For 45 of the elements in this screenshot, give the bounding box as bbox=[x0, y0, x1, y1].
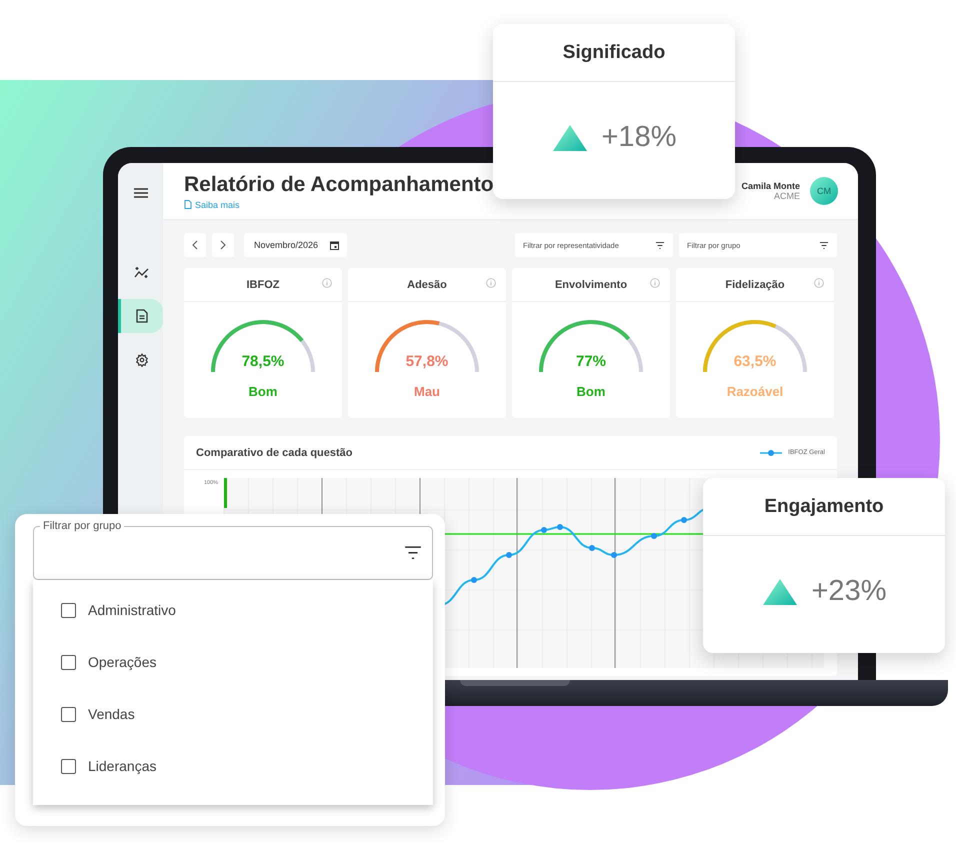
checkbox[interactable] bbox=[61, 706, 76, 722]
chart-title: Comparativo de cada questão bbox=[196, 446, 352, 458]
filter-icon bbox=[819, 242, 829, 248]
sidebar-item[interactable] bbox=[118, 299, 163, 333]
month-picker[interactable]: Novembro/2026 bbox=[244, 233, 348, 257]
previous-button[interactable] bbox=[184, 233, 206, 257]
stat-change: +18% bbox=[602, 121, 676, 154]
user-name: Camila Monte bbox=[741, 181, 800, 191]
metric-rating: Bom bbox=[576, 384, 606, 399]
option-label[interactable]: Lideranças bbox=[88, 758, 156, 774]
metric-title: IBFOZ bbox=[246, 278, 280, 290]
document-icon bbox=[136, 309, 148, 323]
chevron-right-icon bbox=[220, 240, 226, 250]
metric-rating: Bom bbox=[248, 384, 278, 399]
filter-icon bbox=[655, 242, 665, 248]
metric-title: Envolvimento bbox=[554, 278, 628, 290]
option-label[interactable]: Administrativo bbox=[88, 602, 176, 618]
metric-value: 77% bbox=[576, 353, 606, 370]
metric-title: Fidelização bbox=[725, 278, 785, 290]
filter-icon bbox=[404, 546, 422, 560]
metric-value: 57,8% bbox=[406, 353, 448, 370]
company-name: ACME bbox=[774, 191, 800, 201]
option-label[interactable]: Vendas bbox=[88, 706, 135, 722]
settings-icon bbox=[135, 353, 149, 367]
checkbox[interactable] bbox=[61, 654, 76, 670]
metric-rating: Razoável bbox=[726, 384, 784, 399]
metric-title: Adesão bbox=[407, 278, 447, 290]
metric-value: 78,5% bbox=[242, 353, 284, 370]
option-label[interactable]: Operações bbox=[88, 654, 156, 670]
stat-title: Significado bbox=[562, 42, 666, 64]
legend-line-icon bbox=[760, 450, 782, 456]
page-title: Relatório de Acompanhamento bbox=[184, 172, 494, 196]
stat-title: Engajamento bbox=[764, 496, 884, 518]
checkbox[interactable] bbox=[61, 758, 76, 774]
stat-change: +23% bbox=[812, 575, 886, 608]
metric-value: 63,5% bbox=[734, 353, 776, 370]
metric-rating: Mau bbox=[414, 384, 440, 399]
triangle-up-icon bbox=[552, 124, 588, 152]
document-icon bbox=[184, 200, 192, 209]
triangle-up-icon bbox=[762, 578, 798, 606]
sparkle-chart-icon bbox=[134, 265, 150, 279]
next-button[interactable] bbox=[212, 233, 234, 257]
chevron-left-icon bbox=[192, 240, 198, 250]
checkbox[interactable] bbox=[61, 602, 76, 618]
calendar-icon bbox=[330, 240, 340, 250]
